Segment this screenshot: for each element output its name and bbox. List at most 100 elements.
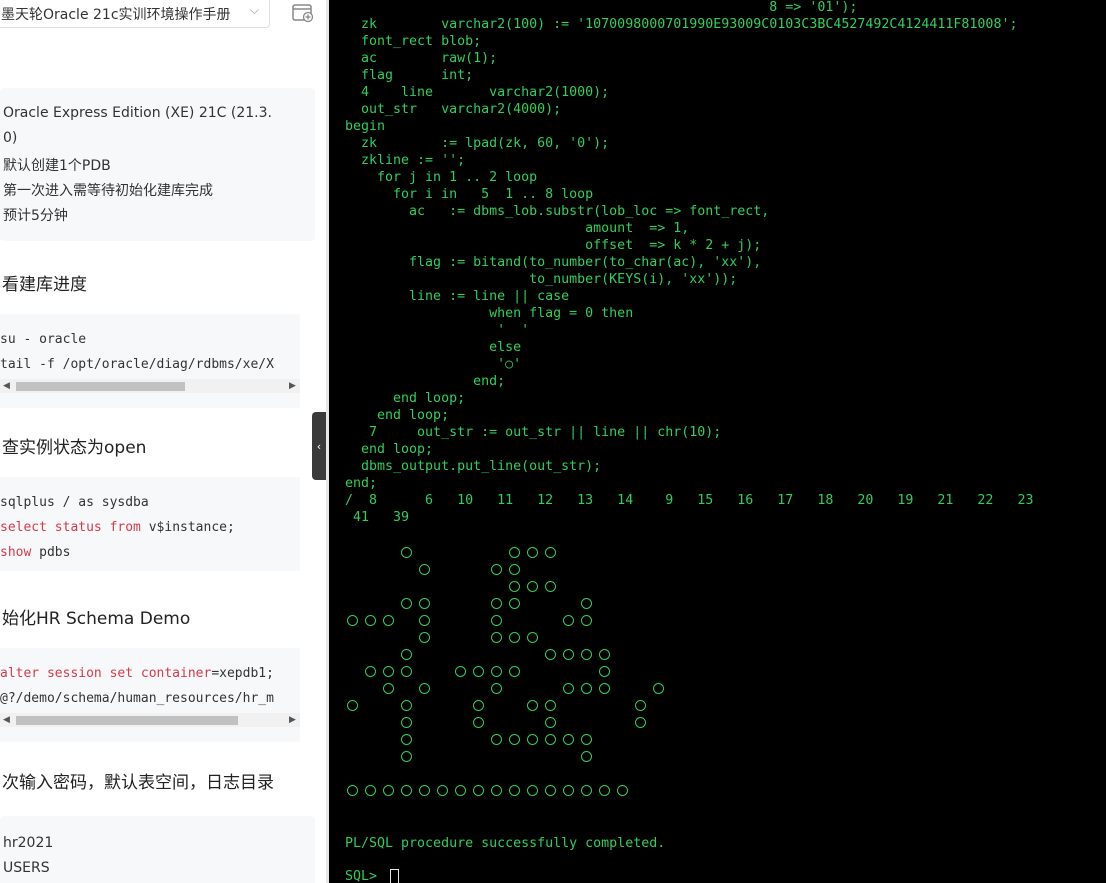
circle-glyph	[365, 666, 376, 677]
circle-glyph	[491, 785, 502, 796]
circle-glyph	[581, 649, 592, 660]
terminal-line: end;	[345, 374, 506, 389]
terminal-line: end;	[345, 476, 378, 491]
horizontal-scrollbar[interactable]: ◀ ▶	[0, 379, 300, 393]
terminal-line: offset => k * 2 + j);	[345, 238, 762, 253]
circle-glyph	[599, 683, 610, 694]
info-line: 预计5分钟	[3, 208, 68, 224]
section-heading: 次输入密码，默认表空间，日志目录	[2, 773, 274, 793]
circle-glyph	[419, 683, 430, 694]
scroll-right-icon[interactable]: ▶	[289, 713, 296, 727]
circle-glyph	[347, 615, 358, 626]
code-block: sqlplus / as sysdba select status from v…	[0, 477, 300, 571]
chevron-left-icon: ‹	[316, 439, 322, 453]
circle-glyph	[545, 734, 556, 745]
code-line: @?/demo/schema/human_resources/hr_m	[0, 691, 274, 706]
circle-glyph	[383, 785, 394, 796]
info-card: hr2021 USERS	[0, 816, 315, 883]
circle-glyph	[491, 598, 502, 609]
horizontal-scrollbar[interactable]: ◀ ▶	[0, 713, 300, 727]
circle-glyph	[527, 785, 538, 796]
circle-glyph	[635, 700, 646, 711]
circle-glyph	[365, 615, 376, 626]
circle-glyph	[401, 547, 412, 558]
new-window-icon[interactable]	[292, 3, 314, 23]
terminal-line: end loop;	[345, 408, 450, 423]
circle-glyph	[401, 751, 412, 762]
circle-glyph	[401, 700, 412, 711]
terminal-line: else	[345, 340, 522, 355]
circle-glyph	[599, 649, 610, 660]
circle-glyph	[419, 632, 430, 643]
circle-glyph	[491, 615, 502, 626]
circle-glyph	[581, 615, 592, 626]
circle-glyph	[491, 683, 502, 694]
circle-glyph	[455, 666, 466, 677]
info-line: 0)	[3, 130, 18, 146]
code-block: alter session set container=xepdb1; @?/d…	[0, 648, 300, 742]
terminal-line: 4 line varchar2(1000);	[345, 85, 610, 100]
circle-glyph	[473, 785, 484, 796]
circle-glyph	[563, 785, 574, 796]
terminal-line: flag int;	[345, 68, 474, 83]
section-heading: 始化HR Schema Demo	[2, 609, 191, 629]
circle-glyph	[563, 649, 574, 660]
circle-glyph	[545, 785, 556, 796]
circle-glyph	[527, 581, 538, 592]
circle-glyph	[545, 581, 556, 592]
terminal-line: to_number(KEYS(i), 'xx'));	[345, 272, 738, 287]
terminal-line: '○'	[345, 357, 522, 372]
circle-glyph	[473, 666, 484, 677]
circle-glyph	[545, 547, 556, 558]
circle-glyph	[347, 700, 358, 711]
manual-select[interactable]: 墨天轮Oracle 21c实训环境操作手册 ⌵	[0, 0, 270, 28]
terminal-line: zk := lpad(zk, 60, '0');	[345, 136, 610, 151]
circle-glyph	[653, 683, 664, 694]
scrollbar-thumb[interactable]	[16, 382, 185, 391]
circle-glyph	[419, 598, 430, 609]
terminal-line: flag := bitand(to_number(to_char(ac), 'x…	[345, 255, 762, 270]
collapse-panel-button[interactable]: ‹	[312, 412, 326, 480]
info-line: hr2021	[3, 835, 54, 851]
circle-glyph	[509, 598, 520, 609]
terminal[interactable]: 8 => '01'); zk varchar2(100) := '1070098…	[329, 0, 1106, 883]
info-line: 默认创建1个PDB	[3, 158, 111, 174]
scroll-left-icon[interactable]: ◀	[3, 379, 10, 393]
scroll-left-icon[interactable]: ◀	[3, 713, 10, 727]
info-line: USERS	[3, 860, 50, 876]
circle-glyph	[635, 717, 646, 728]
circle-glyph	[563, 615, 574, 626]
scroll-right-icon[interactable]: ▶	[289, 379, 296, 393]
code-line: select status from v$instance;	[0, 520, 235, 535]
circle-glyph	[383, 615, 394, 626]
circle-glyph	[527, 547, 538, 558]
circle-glyph	[509, 734, 520, 745]
circle-glyph	[563, 734, 574, 745]
circle-glyph	[527, 632, 538, 643]
circle-glyph	[509, 547, 520, 558]
circle-glyph	[401, 717, 412, 728]
circle-glyph	[617, 785, 628, 796]
circle-glyph	[419, 615, 430, 626]
terminal-line: ac raw(1);	[345, 51, 498, 66]
terminal-line: begin	[345, 119, 386, 134]
circle-glyph	[401, 649, 412, 660]
code-line: su - oracle	[0, 332, 87, 347]
circle-glyph	[419, 564, 430, 575]
circle-glyph	[473, 700, 484, 711]
terminal-line: when flag = 0 then	[345, 306, 634, 321]
circle-glyph	[599, 666, 610, 677]
circle-glyph	[401, 666, 412, 677]
circle-glyph	[455, 785, 466, 796]
circle-glyph	[365, 785, 376, 796]
scrollbar-thumb[interactable]	[16, 716, 238, 725]
circle-glyph	[581, 734, 592, 745]
terminal-cursor	[390, 869, 399, 883]
circle-glyph	[509, 581, 520, 592]
terminal-line: out_str varchar2(4000);	[345, 102, 562, 117]
code-line: show pdbs	[0, 545, 71, 560]
manual-panel: 墨天轮Oracle 21c实训环境操作手册 ⌵ Oracle Express E…	[0, 0, 326, 883]
manual-select-label: 墨天轮Oracle 21c实训环境操作手册	[1, 7, 231, 23]
sql-prompt: SQL>	[345, 869, 386, 883]
circle-glyph	[509, 632, 520, 643]
